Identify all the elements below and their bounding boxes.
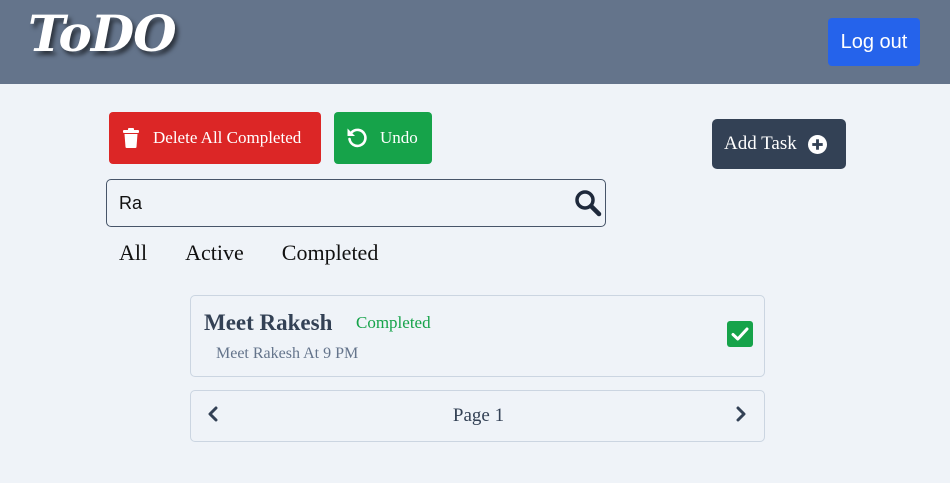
delete-all-completed-button[interactable]: Delete All Completed <box>109 112 321 164</box>
undo-button[interactable]: Undo <box>334 112 432 164</box>
undo-label: Undo <box>380 128 418 147</box>
tab-all[interactable]: All <box>119 240 147 266</box>
task-title: Meet Rakesh <box>204 310 333 335</box>
task-description: Meet Rakesh At 9 PM <box>216 345 359 362</box>
app-logo: ToDO <box>28 4 177 63</box>
search-input[interactable] <box>119 190 559 216</box>
undo-icon <box>346 127 368 149</box>
tab-active[interactable]: Active <box>185 240 244 266</box>
add-task-label: Add Task <box>724 133 797 154</box>
task-completed-checkbox[interactable] <box>727 321 753 347</box>
filter-tabs: All Active Completed <box>119 240 416 266</box>
trash-icon <box>123 128 139 148</box>
chevron-right-icon[interactable] <box>735 406 747 427</box>
navbar: ToDO Log out <box>0 0 950 84</box>
delete-all-completed-label: Delete All Completed <box>153 128 302 147</box>
search-icon[interactable] <box>574 189 602 222</box>
pagination: Page 1 <box>190 390 765 442</box>
page-indicator: Page 1 <box>452 405 505 426</box>
tab-completed[interactable]: Completed <box>282 240 379 266</box>
search-box <box>106 179 606 227</box>
add-task-button[interactable]: Add Task <box>712 119 846 169</box>
logout-button[interactable]: Log out <box>828 18 920 66</box>
task-card: Meet Rakesh Completed Meet Rakesh At 9 P… <box>190 295 765 377</box>
task-status-badge: Completed <box>356 313 431 332</box>
checkbox-checked-icon <box>731 327 749 341</box>
plus-circle-icon <box>807 134 827 154</box>
